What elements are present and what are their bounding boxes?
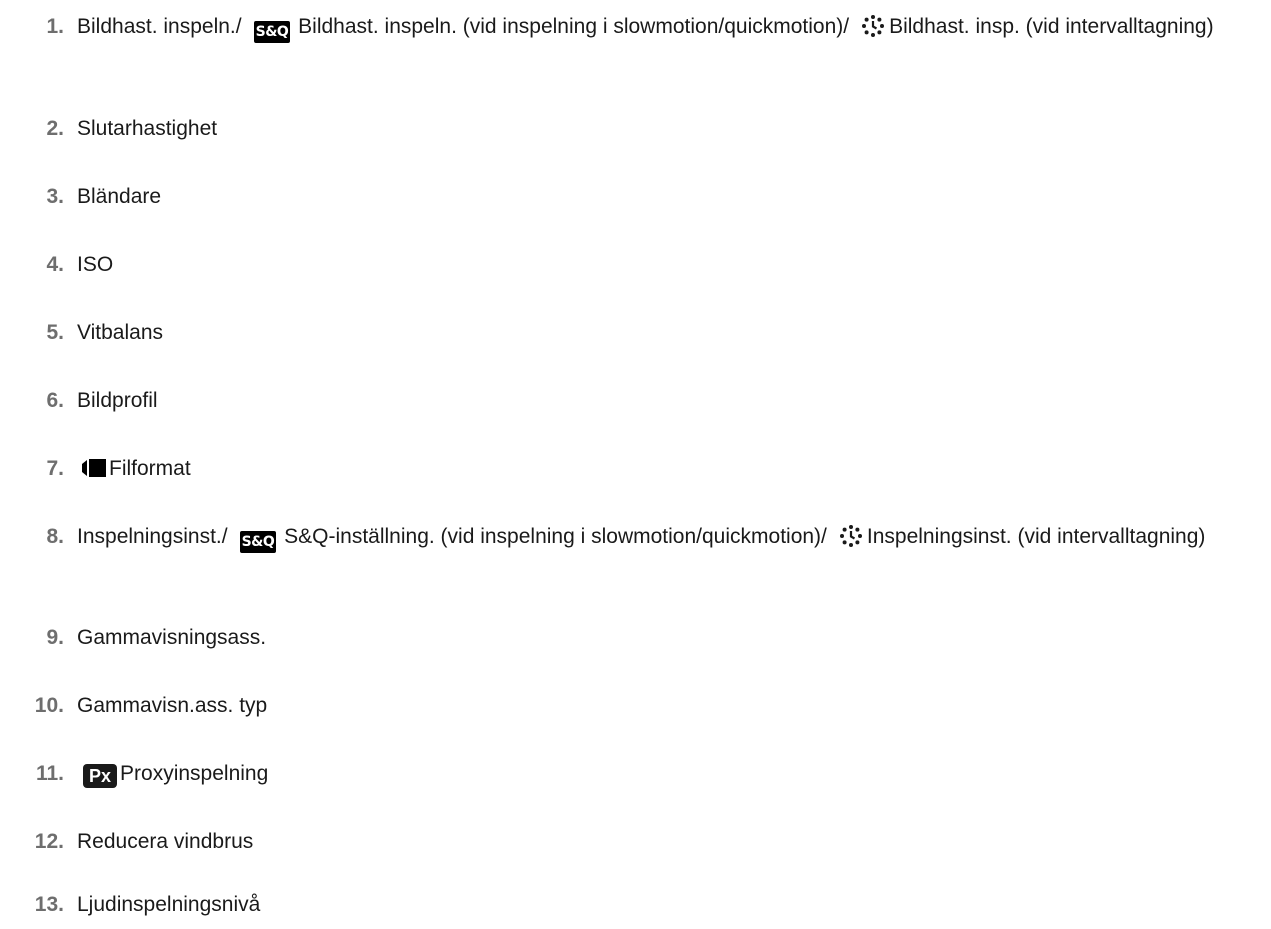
item-text-part: Filformat [109, 457, 191, 480]
item-text-part: Inspelningsinst./ [77, 525, 228, 548]
movie-icon [82, 459, 106, 477]
item-number: 11. [35, 762, 64, 785]
item-number: 8. [46, 525, 64, 548]
item-number: 3. [46, 185, 64, 208]
item-number: 9. [46, 626, 64, 649]
item-number: 13. [34, 893, 64, 916]
item-number: 4. [46, 253, 64, 276]
item-text: ISO [77, 253, 114, 276]
item-text-part: Bildhast. inspeln. (vid inspelning i slo… [298, 15, 850, 38]
item-text: Reducera vindbrus [77, 830, 254, 853]
item-text: Ljudinspelningsnivå [77, 893, 261, 916]
item-text-part: Bildhast. inspeln./ [77, 15, 242, 38]
item-text: Gammavisningsass. [77, 626, 267, 649]
item-number: 10. [34, 694, 64, 717]
item-text: Gammavisn.ass. typ [77, 694, 268, 717]
item-text: Bildhast. inspeln./ S&Q Bildhast. inspeln… [77, 11, 1267, 43]
item-number: 1. [46, 15, 64, 38]
item-text: Inspelningsinst./ S&Q S&Q-inställning. (v… [77, 521, 1267, 553]
slow-quick-icon: S&Q [239, 531, 277, 553]
item-text-part: S&Q-inställning. (vid inspelning i slowm… [284, 525, 827, 548]
item-text: Bländare [77, 185, 162, 208]
item-text: Bildprofil [77, 389, 158, 412]
proxy-icon: Px [83, 764, 118, 788]
item-text-part: Inspelningsinst. (vid intervalltagning) [866, 525, 1206, 548]
item-number: 7. [46, 457, 64, 480]
slow-quick-icon: S&Q [253, 21, 291, 43]
item-text: Slutarhastighet [77, 117, 218, 140]
item-number: 2. [46, 117, 64, 140]
item-number: 12. [34, 830, 64, 853]
item-number: 6. [46, 389, 64, 412]
interval-shooting-icon [862, 15, 885, 37]
item-text: Vitbalans [77, 321, 164, 344]
item-text-part: Proxyinspelning [120, 762, 269, 785]
item-text: Filformat [77, 453, 1267, 485]
item-text-part: Bildhast. insp. (vid intervalltagning) [889, 15, 1214, 38]
interval-shooting-icon [839, 525, 862, 547]
item-text: Px Proxyinspelning [77, 758, 1267, 790]
item-number: 5. [46, 321, 64, 344]
